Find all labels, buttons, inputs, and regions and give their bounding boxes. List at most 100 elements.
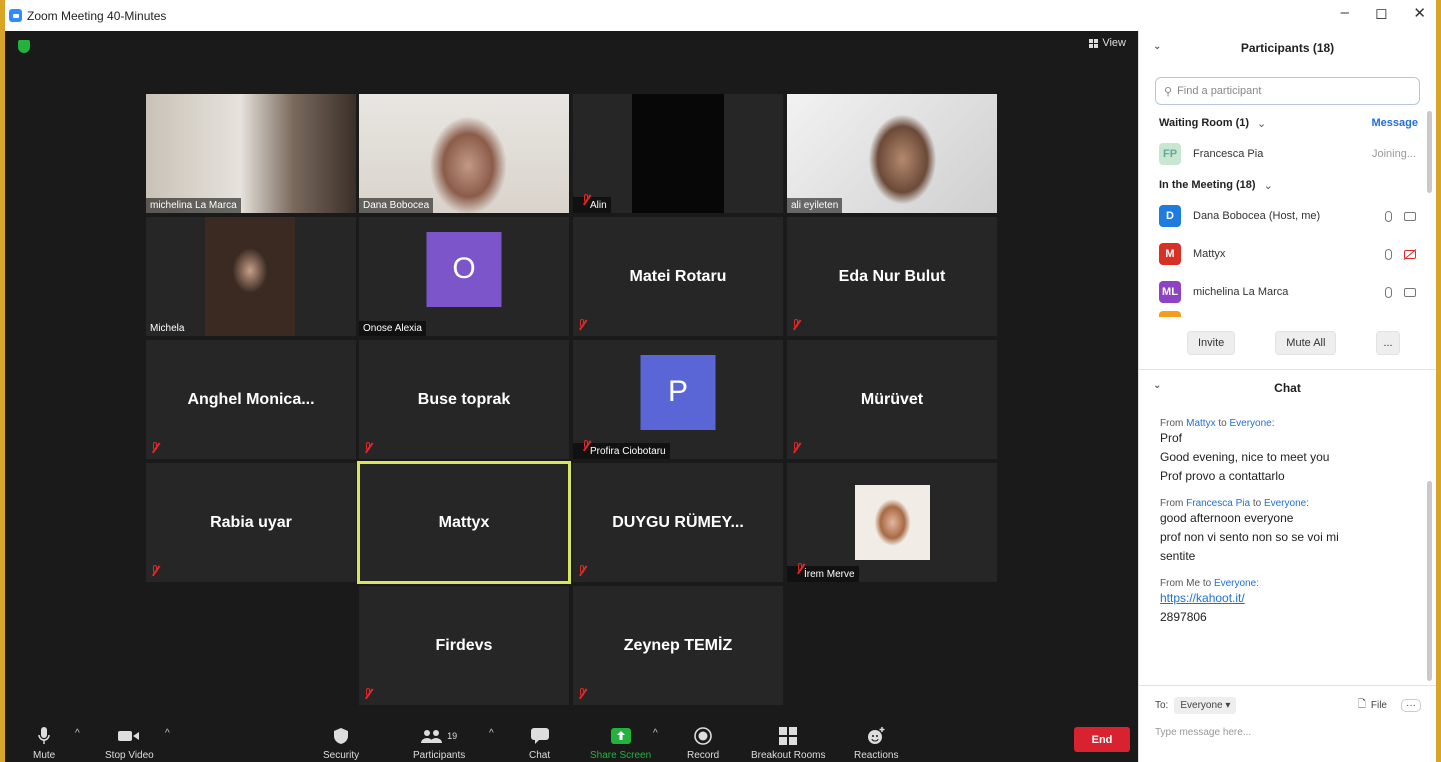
- participants-actions: Invite Mute All ...: [1139, 317, 1436, 355]
- video-tile[interactable]: O Onose Alexia: [359, 217, 569, 336]
- video-tile[interactable]: Alin: [573, 94, 783, 213]
- maximize-button[interactable]: ◻: [1375, 4, 1387, 22]
- message-meta: From Mattyx to Everyone:: [1160, 418, 1275, 429]
- video-tile[interactable]: ali eyileten: [787, 94, 997, 213]
- chat-message-text: Prof: [1160, 431, 1183, 445]
- video-tile[interactable]: Firdevs: [359, 586, 569, 705]
- participant-name: Mürüvet: [860, 390, 924, 408]
- view-button[interactable]: View: [1089, 37, 1126, 49]
- muted-mic-icon: [363, 442, 373, 454]
- participant-row[interactable]: D Dana Bobocea (Host, me): [1139, 197, 1436, 235]
- grid-view-icon: [1089, 38, 1099, 48]
- microphone-icon[interactable]: [1385, 286, 1392, 298]
- participants-title: Participants (18): [1240, 41, 1335, 55]
- invite-button[interactable]: Invite: [1187, 331, 1236, 355]
- avatar: ML: [1159, 281, 1181, 303]
- video-camera-icon[interactable]: [1404, 287, 1416, 297]
- mute-button[interactable]: Mute: [33, 726, 55, 761]
- microphone-icon[interactable]: [1385, 248, 1392, 260]
- muted-mic-icon: [791, 319, 801, 331]
- participant-name: DUYGU RÜMEY...: [612, 513, 744, 531]
- participants-button[interactable]: 19 Participants: [413, 726, 465, 761]
- audio-options-chevron-icon[interactable]: ^: [75, 728, 80, 739]
- in-meeting-header[interactable]: In the Meeting (18) ⌄: [1139, 173, 1436, 197]
- video-tile[interactable]: Buse toprak: [359, 340, 569, 459]
- microphone-icon[interactable]: [1385, 210, 1392, 222]
- chat-message-link[interactable]: https://kahoot.it/: [1160, 589, 1420, 608]
- video-tile[interactable]: Eda Nur Bulut: [787, 217, 997, 336]
- record-button[interactable]: Record: [687, 726, 719, 761]
- message-meta: From Me to Everyone:: [1160, 578, 1259, 589]
- chat-message-text: prof non vi sento non so se voi mi: [1160, 530, 1339, 544]
- chat-messages: From Mattyx to Everyone: Prof Good eveni…: [1139, 418, 1436, 627]
- video-tile[interactable]: Zeynep TEMİZ: [573, 586, 783, 705]
- chat-button[interactable]: Chat: [529, 726, 550, 761]
- muted-mic-icon: [577, 688, 587, 700]
- collapse-chevron-icon[interactable]: ⌄: [1153, 41, 1161, 52]
- meeting-toolbar: Mute ^ Stop Video ^ Security 19 Particip…: [5, 720, 1138, 762]
- share-options-chevron-icon[interactable]: ^: [653, 728, 658, 739]
- video-tile[interactable]: Anghel Monica...: [146, 340, 356, 459]
- chat-message-input[interactable]: Type message here...: [1155, 727, 1251, 738]
- video-tile[interactable]: Mürüvet: [787, 340, 997, 459]
- muted-mic-icon: [581, 194, 591, 205]
- waiting-participant-row[interactable]: FP Francesca Pia Joining...: [1139, 135, 1436, 173]
- video-camera-icon[interactable]: [1404, 211, 1416, 221]
- video-options-chevron-icon[interactable]: ^: [165, 728, 170, 739]
- minimize-button[interactable]: –: [1341, 4, 1349, 22]
- video-off-icon[interactable]: [1404, 249, 1416, 259]
- chat-scrollbar[interactable]: [1427, 481, 1432, 681]
- participants-scrollbar[interactable]: [1427, 111, 1432, 193]
- breakout-rooms-button[interactable]: Breakout Rooms: [751, 726, 825, 761]
- participant-name: Rabia uyar: [210, 513, 292, 531]
- video-tile[interactable]: P Profira Ciobotaru: [573, 340, 783, 459]
- participant-row[interactable]: M Mattyx: [1139, 235, 1436, 273]
- chat-more-button[interactable]: ···: [1401, 699, 1421, 712]
- chat-header: ⌄ Chat: [1139, 370, 1436, 406]
- encryption-shield-icon[interactable]: [18, 40, 30, 53]
- video-feed: [359, 94, 569, 213]
- title-bar: Zoom Meeting 40-Minutes – ◻ ✕: [5, 0, 1436, 31]
- video-feed: [205, 217, 295, 336]
- chat-message-text: sentite: [1160, 549, 1196, 563]
- collapse-chevron-icon[interactable]: ⌄: [1153, 380, 1161, 391]
- recipient-dropdown[interactable]: Everyone ▾: [1174, 697, 1237, 714]
- share-screen-icon: [610, 726, 631, 746]
- video-tile[interactable]: michelina La Marca: [146, 94, 356, 213]
- participant-name: Eda Nur Bulut: [838, 267, 946, 285]
- security-button[interactable]: Security: [323, 726, 359, 761]
- participant-name: Firdevs: [435, 636, 493, 654]
- video-tile[interactable]: DUYGU RÜMEY...: [573, 463, 783, 582]
- divider: [1139, 685, 1436, 686]
- message-waiting-button[interactable]: Message: [1372, 117, 1418, 129]
- record-icon: [694, 726, 712, 746]
- video-tile[interactable]: Michela: [146, 217, 356, 336]
- mute-all-button[interactable]: Mute All: [1275, 331, 1337, 355]
- chevron-down-icon: ⌄: [1257, 117, 1267, 130]
- participants-options-chevron-icon[interactable]: ^: [489, 728, 494, 739]
- side-panel: ⌄ Participants (18) ⚲ Find a participant…: [1138, 31, 1436, 762]
- video-tile[interactable]: Rabia uyar: [146, 463, 356, 582]
- end-meeting-button[interactable]: End: [1074, 727, 1130, 752]
- microphone-icon: [38, 726, 50, 746]
- participant-name-tag: Onose Alexia: [359, 321, 426, 336]
- video-tile[interactable]: Dana Bobocea: [359, 94, 569, 213]
- stop-video-button[interactable]: Stop Video: [105, 726, 154, 761]
- waiting-room-header[interactable]: Waiting Room (1) ⌄ Message: [1139, 111, 1436, 135]
- avatar: D: [1159, 205, 1181, 227]
- video-tile[interactable]: Matei Rotaru: [573, 217, 783, 336]
- participant-search-input[interactable]: ⚲ Find a participant: [1155, 77, 1420, 105]
- muted-mic-icon: [363, 688, 373, 700]
- meeting-area: View michelina La Marca Dana Bobocea Ali…: [5, 31, 1138, 762]
- close-button[interactable]: ✕: [1413, 4, 1426, 22]
- share-screen-button[interactable]: Share Screen: [590, 726, 651, 761]
- participant-row[interactable]: ML michelina La Marca: [1139, 273, 1436, 311]
- video-camera-icon: [118, 726, 140, 746]
- video-tile[interactable]: İrem Merve: [787, 463, 997, 582]
- reactions-button[interactable]: Reactions: [854, 726, 898, 761]
- more-options-button[interactable]: ...: [1376, 331, 1400, 355]
- active-speaker-tile[interactable]: Mattyx: [357, 461, 571, 584]
- file-button[interactable]: 🗋 File: [1358, 697, 1387, 714]
- participant-name-tag: ali eyileten: [787, 198, 843, 213]
- message-meta: From Francesca Pia to Everyone:: [1160, 498, 1309, 509]
